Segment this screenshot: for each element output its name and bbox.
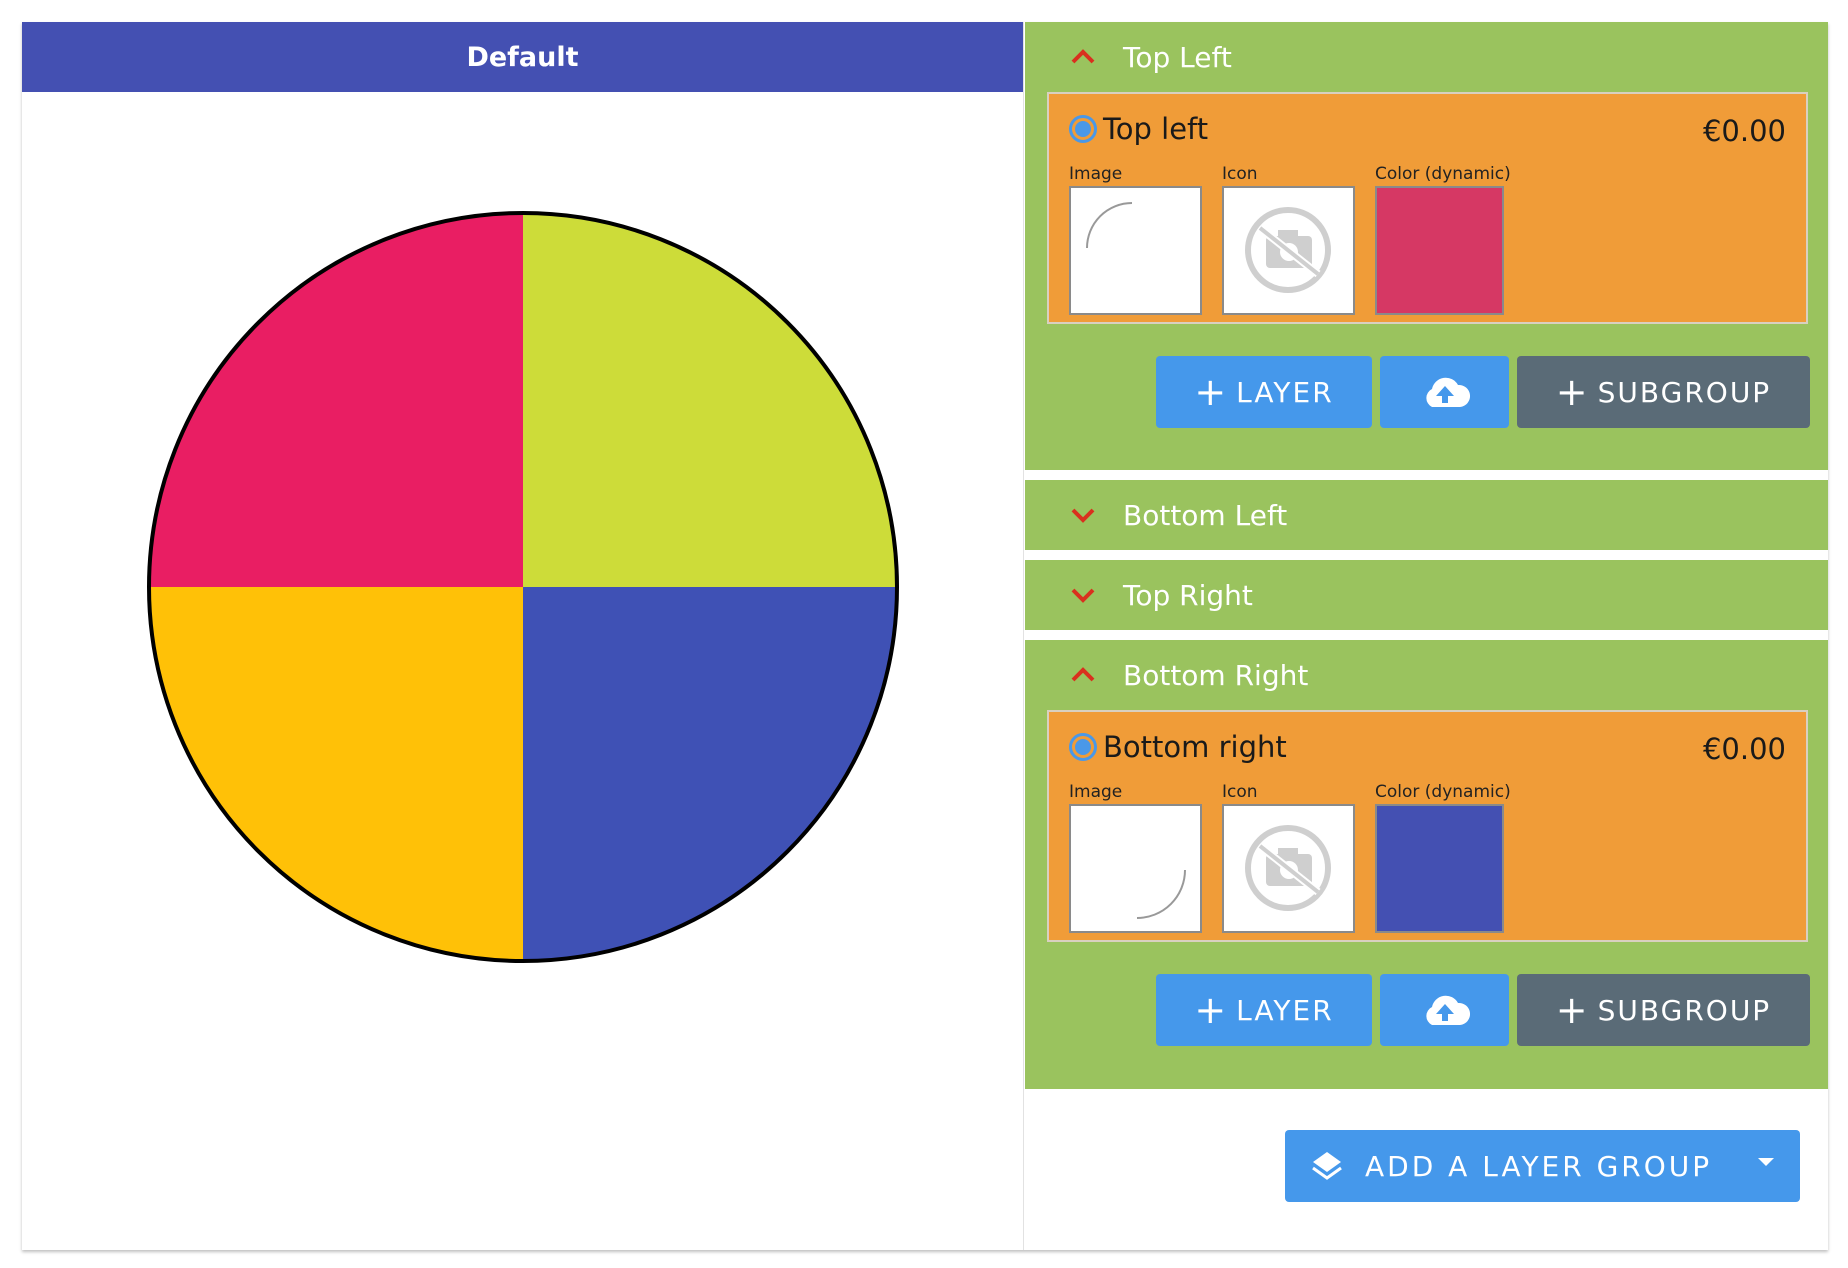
image-label: Image: [1069, 164, 1123, 184]
layer-groups-panel: Top Left Top left €0.00 Image Icon Color…: [1025, 22, 1828, 1250]
chevron-down-icon[interactable]: [1069, 581, 1097, 609]
upload-button[interactable]: [1380, 356, 1509, 428]
layers-icon: [1312, 1152, 1342, 1180]
add-layer-group-label: ADD A LAYER GROUP: [1365, 1149, 1713, 1183]
preview-pane: Default: [22, 22, 1024, 1250]
color-label: Color (dynamic): [1375, 164, 1511, 184]
no-photo-icon: [1245, 825, 1331, 911]
group-header-top-right[interactable]: Top Right: [1025, 560, 1828, 630]
group-header-top-left[interactable]: Top Left: [1025, 22, 1828, 92]
layer-name: Top left: [1103, 112, 1209, 146]
preview-title: Default: [466, 41, 579, 73]
group-title: Top Right: [1123, 578, 1253, 612]
layer-card-top-left: Top left €0.00 Image Icon Color (dynamic…: [1047, 92, 1808, 324]
color-label: Color (dynamic): [1375, 782, 1511, 802]
color-swatch[interactable]: [1375, 186, 1504, 315]
group-title: Top Left: [1123, 40, 1232, 74]
layer-group-bottom-left: Bottom Left: [1025, 480, 1828, 550]
cloud-upload-icon: [1425, 995, 1470, 1025]
caret-down-icon[interactable]: [1758, 1158, 1774, 1166]
arc-top-left-icon: [1086, 202, 1133, 249]
layer-name: Bottom right: [1103, 730, 1287, 764]
layer-price: €0.00: [1702, 732, 1786, 766]
layer-group-top-left: Top Left Top left €0.00 Image Icon Color…: [1025, 22, 1828, 470]
chevron-down-icon[interactable]: [1069, 501, 1097, 529]
pie-quadrant-bottom-left: [149, 587, 523, 961]
pie-quadrant-top-left: [149, 213, 523, 587]
preview-header: Default: [22, 22, 1023, 92]
group-header-bottom-right[interactable]: Bottom Right: [1025, 640, 1828, 710]
chevron-up-icon[interactable]: [1069, 43, 1097, 71]
icon-label: Icon: [1222, 782, 1258, 802]
icon-label: Icon: [1222, 164, 1258, 184]
pie-quadrant-top-right: [523, 213, 897, 587]
pie-preview: [22, 92, 1024, 1250]
cloud-upload-icon: [1425, 377, 1470, 407]
layer-radio[interactable]: [1069, 733, 1097, 761]
pie-svg: [147, 211, 899, 963]
arc-bottom-right-icon: [1136, 869, 1186, 919]
layer-group-top-right: Top Right: [1025, 560, 1828, 630]
group-title: Bottom Right: [1123, 658, 1309, 692]
layer-card-bottom-right: Bottom right €0.00 Image Icon Color (dyn…: [1047, 710, 1808, 942]
layer-price: €0.00: [1702, 114, 1786, 148]
add-subgroup-button[interactable]: + SUBGROUP: [1517, 356, 1810, 428]
icon-thumbnail[interactable]: [1222, 186, 1355, 315]
layer-radio[interactable]: [1069, 115, 1097, 143]
image-thumbnail[interactable]: [1069, 804, 1202, 933]
pie-quadrant-bottom-right: [523, 587, 897, 961]
group-header-bottom-left[interactable]: Bottom Left: [1025, 480, 1828, 550]
add-layer-button[interactable]: + LAYER: [1156, 974, 1372, 1046]
chevron-up-icon[interactable]: [1069, 661, 1097, 689]
color-swatch[interactable]: [1375, 804, 1504, 933]
add-layer-button[interactable]: + LAYER: [1156, 356, 1372, 428]
editor-card: Default Top Left Top left €0.00 Image Ic…: [22, 22, 1828, 1250]
image-label: Image: [1069, 782, 1123, 802]
image-thumbnail[interactable]: [1069, 186, 1202, 315]
layer-group-bottom-right: Bottom Right Bottom right €0.00 Image Ic…: [1025, 640, 1828, 1089]
upload-button[interactable]: [1380, 974, 1509, 1046]
group-title: Bottom Left: [1123, 498, 1288, 532]
icon-thumbnail[interactable]: [1222, 804, 1355, 933]
add-layer-group-button[interactable]: ADD A LAYER GROUP: [1285, 1130, 1800, 1202]
no-photo-icon: [1245, 207, 1331, 293]
add-subgroup-button[interactable]: + SUBGROUP: [1517, 974, 1810, 1046]
